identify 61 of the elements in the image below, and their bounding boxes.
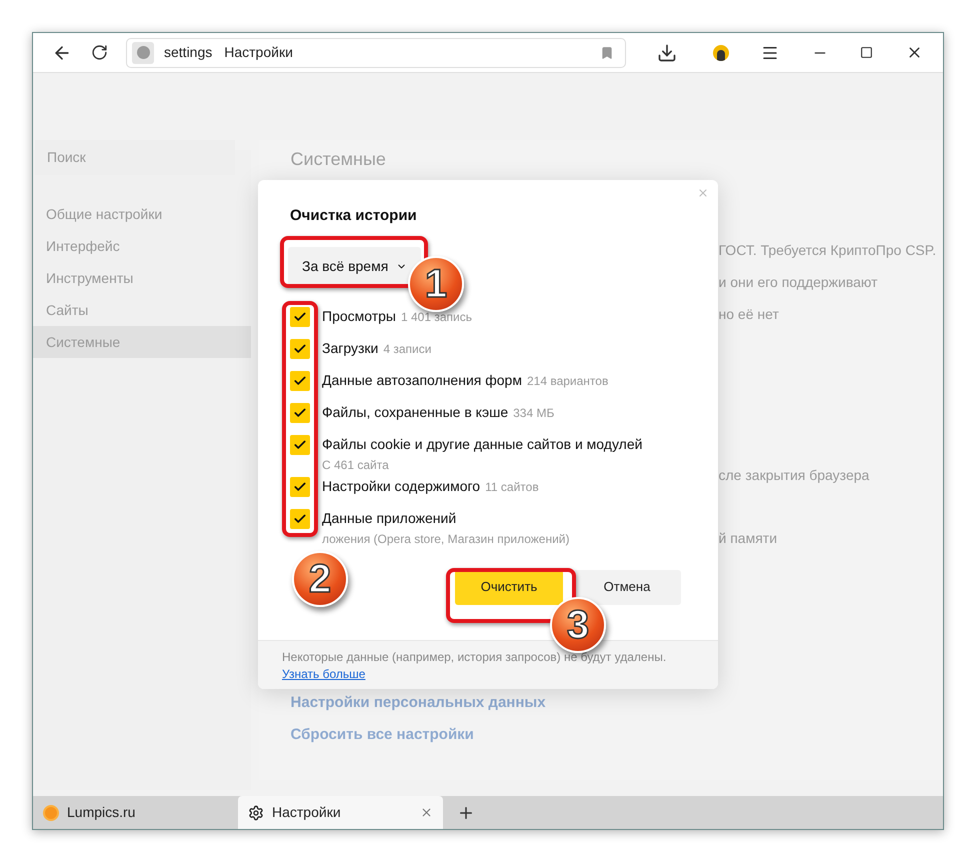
numbered-marker: 2 [292,551,348,607]
download-icon[interactable] [657,42,677,62]
check-icon [293,438,307,452]
learn-more-link[interactable]: Узнать больше [282,665,366,683]
sidebar-item[interactable]: Системные [33,326,251,358]
checkbox[interactable] [290,370,310,390]
checkbox[interactable] [290,306,310,326]
browser-tab[interactable]: Настройки [238,796,443,829]
sidebar-item[interactable]: Общие настройки [33,198,251,230]
option-label: Данные автозаполнения форм [322,370,522,390]
option-count: 4 записи [383,340,432,358]
close-tab-icon[interactable] [420,806,433,819]
option-label: Просмотры [322,306,396,326]
numbered-marker: 1 [408,256,464,312]
option-label: Загрузки [322,338,378,358]
maximize-icon[interactable] [860,46,873,59]
check-icon [293,406,307,420]
site-icon [132,42,154,64]
avatar-icon[interactable] [713,44,729,60]
settings-icon [248,804,264,820]
setting-text: ГОСТ. Требуется КриптоПро CSP. [718,241,938,260]
check-icon [293,374,307,388]
page-title: Настройки [224,43,293,62]
bookmark-icon[interactable] [600,46,614,60]
check-icon [293,342,307,356]
sidebar-item[interactable]: Инструменты [33,262,251,294]
option-detail: С 461 сайта [322,456,390,474]
tab-title: Настройки [272,803,341,822]
option-detail: ложения (Opera store, Магазин приложений) [322,530,570,548]
settings-link[interactable]: Сбросить все настройки [290,725,943,745]
option-count: 11 сайтов [485,478,539,496]
checkbox[interactable] [290,402,310,422]
sidebar-item[interactable]: Интерфейс [33,230,251,262]
checkbox[interactable] [290,434,310,454]
option-label: Данные приложений [322,508,456,528]
tab-title: Lumpics.ru [67,803,136,822]
cancel-button[interactable]: Отмена [573,570,681,604]
settings-link[interactable]: Настройки персональных данных [290,693,943,713]
check-icon [293,480,307,494]
reload-icon[interactable] [91,44,108,61]
setting-text: й памяти [718,529,778,548]
setting-text: и они его поддерживают [718,273,879,292]
option-label: Файлы cookie и другие данные сайтов и модулей [322,434,642,454]
check-icon [293,310,307,324]
option-count: 214 вариантов [526,372,608,390]
checkbox[interactable] [290,476,310,496]
checkbox[interactable] [290,508,310,528]
option-label: Настройки содержимого [322,476,480,496]
setting-text: но её нет [718,305,780,324]
check-icon [293,512,307,526]
option-label: Файлы, сохраненные в кэше [322,402,508,422]
dialog-title: Очистка истории [290,206,418,226]
checkbox[interactable] [290,338,310,358]
browser-tab[interactable]: Lumpics.ru [33,796,238,829]
address-field[interactable]: settings Настройки [126,38,626,68]
sidebar-item[interactable]: Сайты [33,294,251,326]
setting-text: сле закрытия браузера [718,466,870,485]
option-count: 334 МБ [513,404,554,422]
address-text: settings [164,43,212,62]
citrus-slice-icon [43,804,59,820]
section-heading: Системные [290,149,387,169]
